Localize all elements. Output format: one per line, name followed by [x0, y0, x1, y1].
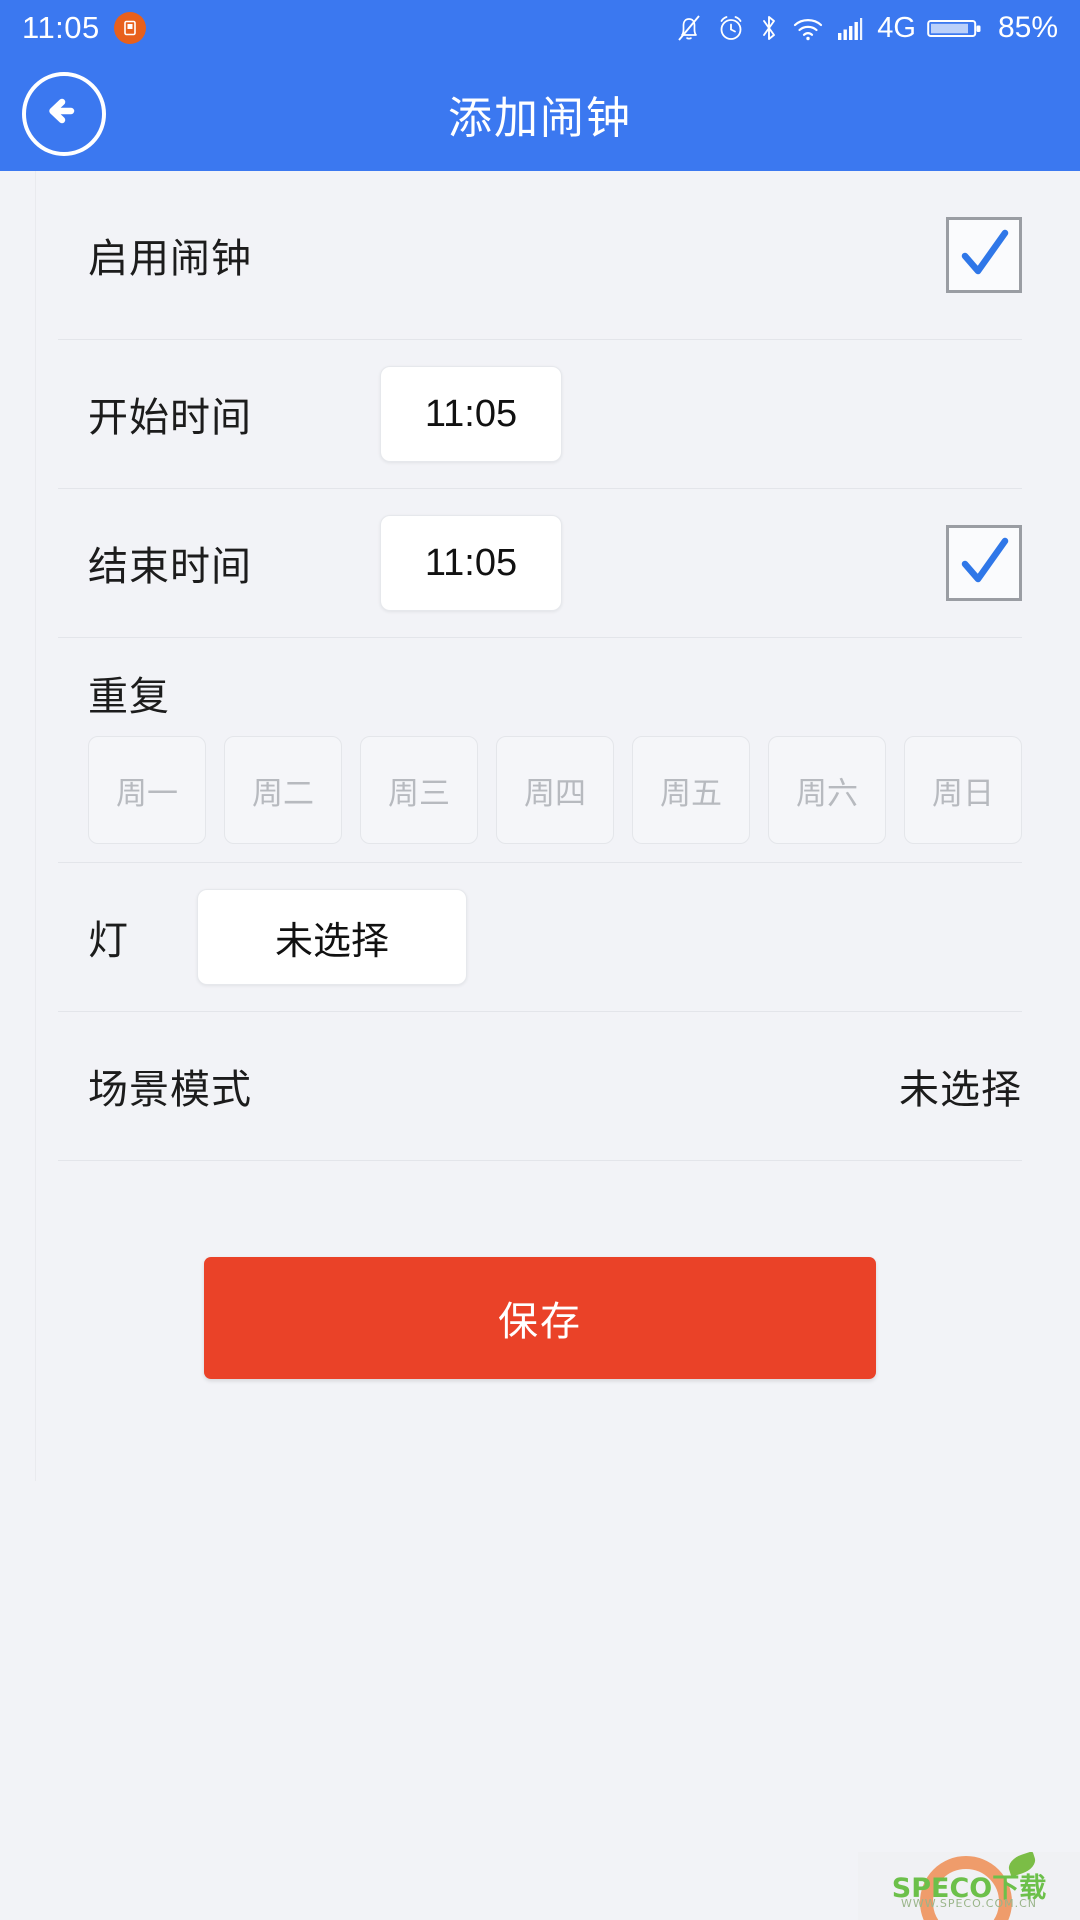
wifi-icon: [791, 12, 825, 44]
weekday-button-tue[interactable]: 周二: [224, 736, 342, 844]
end-time-input[interactable]: 11:05: [380, 515, 562, 611]
app-dot-icon: [113, 12, 146, 44]
row-enable-alarm[interactable]: 启用闹钟: [0, 171, 1080, 339]
weekday-button-fri[interactable]: 周五: [632, 736, 750, 844]
enable-alarm-label: 启用闹钟: [88, 237, 252, 281]
light-select[interactable]: 未选择: [197, 889, 467, 985]
weekday-button-thu[interactable]: 周四: [496, 736, 614, 844]
watermark: SPECO下载 WWW.SPECO.COM.CN: [858, 1852, 1080, 1920]
bell-muted-icon: [674, 12, 704, 44]
row-scene-mode[interactable]: 场景模式 未选择: [0, 1012, 1080, 1160]
row-light[interactable]: 灯 未选择: [0, 863, 1080, 1011]
start-time-input[interactable]: 11:05: [380, 366, 562, 462]
save-button-container: 保存: [0, 1257, 1080, 1379]
status-bar: 11:05 4G 85%: [0, 0, 1080, 56]
signal-bars-icon: [836, 12, 866, 44]
network-type-label: 4G: [877, 11, 916, 44]
settings-content: 启用闹钟 开始时间 11:05 结束时间 11:05 重复 周一 周二 周三 周…: [0, 171, 1080, 1379]
repeat-label: 重复: [88, 675, 170, 719]
status-bar-icons: 4G 85%: [674, 11, 1058, 45]
weekday-button-sun[interactable]: 周日: [904, 736, 1022, 844]
battery-percent-label: 85%: [997, 11, 1058, 44]
row-end-time[interactable]: 结束时间 11:05: [0, 489, 1080, 637]
scene-mode-value[interactable]: 未选择: [899, 1057, 1022, 1115]
back-arrow-icon: [41, 91, 87, 136]
end-time-checkbox[interactable]: [946, 525, 1022, 601]
save-button[interactable]: 保存: [204, 1257, 876, 1379]
app-header: 添加闹钟: [0, 56, 1080, 171]
weekday-button-sat[interactable]: 周六: [768, 736, 886, 844]
row-start-time[interactable]: 开始时间 11:05: [0, 340, 1080, 488]
status-bar-clock: 11:05: [22, 10, 100, 45]
weekday-toggle-group: 周一 周二 周三 周四 周五 周六 周日: [88, 736, 1022, 844]
weekday-button-wed[interactable]: 周三: [360, 736, 478, 844]
end-time-label: 结束时间: [88, 545, 252, 589]
back-button[interactable]: [22, 71, 106, 156]
scene-mode-label: 场景模式: [88, 1068, 252, 1112]
start-time-label: 开始时间: [88, 396, 252, 440]
app-screen: 11:05 4G 85% 添加闹钟 启用闹钟 开始时间 11:05 结束时间 1…: [0, 0, 1080, 1920]
watermark-inner: SPECO下载 WWW.SPECO.COM.CN: [858, 1852, 1080, 1920]
alarm-clock-icon: [715, 12, 747, 44]
page-title: 添加闹钟: [448, 93, 632, 143]
battery-icon: [927, 12, 983, 44]
light-label: 灯: [88, 919, 129, 963]
repeat-section: 重复 周一 周二 周三 周四 周五 周六 周日: [0, 638, 1080, 862]
enable-alarm-checkbox[interactable]: [946, 217, 1022, 293]
watermark-url: WWW.SPECO.COM.CN: [900, 1897, 1038, 1910]
bluetooth-icon: [758, 12, 780, 44]
weekday-button-mon[interactable]: 周一: [88, 736, 206, 844]
divider: [58, 1160, 1022, 1161]
